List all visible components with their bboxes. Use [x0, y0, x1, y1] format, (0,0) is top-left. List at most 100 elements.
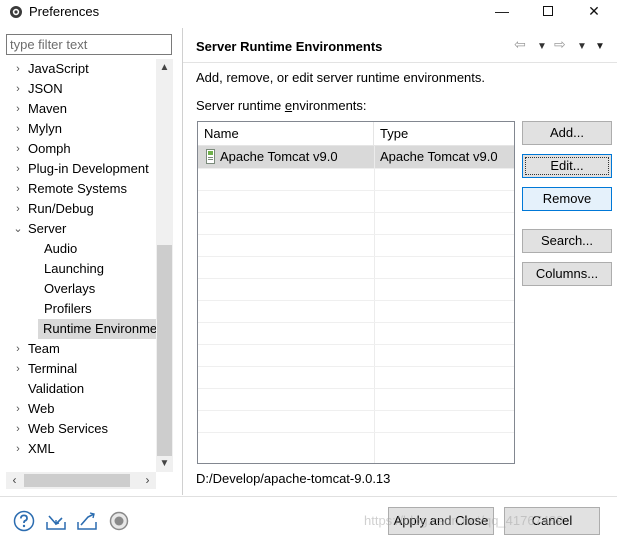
focus-ring: [525, 157, 609, 175]
scroll-up-icon[interactable]: ▲: [156, 59, 173, 76]
chevron-right-icon[interactable]: ›: [12, 199, 24, 219]
tree-item-plugin-development[interactable]: › Plug-in Development: [12, 159, 156, 179]
footer-divider: [0, 496, 617, 497]
scroll-right-icon[interactable]: ›: [139, 472, 156, 489]
runtime-list-label: Server runtime environments:: [196, 98, 367, 113]
back-arrow-icon[interactable]: ⇦: [514, 36, 526, 52]
runtime-environments-table[interactable]: Name Type Apache Tomcat v9.0 Apache Tomc…: [197, 121, 515, 464]
tree-item-validation[interactable]: Validation: [12, 379, 156, 399]
chevron-right-icon[interactable]: ›: [12, 399, 24, 419]
tree-item-audio[interactable]: Audio: [28, 239, 156, 259]
tree-item-xml[interactable]: › XML: [12, 439, 156, 459]
tree-item-mylyn[interactable]: › Mylyn: [12, 119, 156, 139]
help-icon[interactable]: [13, 510, 35, 532]
columns-button[interactable]: Columns...: [522, 262, 612, 286]
chevron-right-icon[interactable]: ›: [12, 139, 24, 159]
search-button[interactable]: Search...: [522, 229, 612, 253]
import-preferences-icon[interactable]: [45, 510, 67, 532]
tree-item-team[interactable]: › Team: [12, 339, 156, 359]
tree-item-json[interactable]: › JSON: [12, 79, 156, 99]
server-runtime-icon: [206, 149, 215, 164]
tree-item-label: Runtime Environme: [43, 321, 156, 336]
back-dropdown-icon[interactable]: ▼: [537, 39, 547, 55]
tree-item-javascript[interactable]: › JavaScript: [12, 59, 156, 79]
view-menu-icon[interactable]: ▼: [595, 39, 605, 55]
tree-item-runtime-environments[interactable]: Runtime Environme: [38, 319, 156, 339]
chevron-right-icon[interactable]: ›: [12, 59, 24, 79]
filter-input[interactable]: [6, 34, 172, 55]
tree-item-overlays[interactable]: Overlays: [28, 279, 156, 299]
remove-button[interactable]: Remove: [522, 187, 612, 211]
tree-item-profilers[interactable]: Profilers: [28, 299, 156, 319]
tree-item-web[interactable]: › Web: [12, 399, 156, 419]
minimize-button[interactable]: —: [479, 0, 525, 24]
scrollbar-thumb[interactable]: [24, 474, 130, 487]
chevron-right-icon[interactable]: ›: [12, 439, 24, 459]
tree-item-server[interactable]: ⌄ Server: [12, 219, 156, 239]
preferences-app-icon: [10, 6, 22, 18]
list-label-part: Server runtime: [196, 98, 285, 113]
row-divider: [198, 300, 514, 301]
chevron-right-icon[interactable]: ›: [12, 99, 24, 119]
tree-item-label: Oomph: [28, 141, 71, 156]
scroll-left-icon[interactable]: ‹: [6, 472, 23, 489]
scroll-down-icon[interactable]: ▼: [156, 455, 173, 472]
search-button-label: Search...: [540, 233, 594, 248]
chevron-right-icon[interactable]: ›: [12, 419, 24, 439]
maximize-button[interactable]: [525, 0, 571, 24]
chevron-right-icon[interactable]: ›: [12, 179, 24, 199]
forward-arrow-icon[interactable]: ⇨: [554, 36, 566, 52]
close-button[interactable]: ✕: [571, 0, 617, 24]
column-header-type[interactable]: Type: [374, 122, 514, 146]
page-description: Add, remove, or edit server runtime envi…: [196, 70, 486, 85]
tree-item-oomph[interactable]: › Oomph: [12, 139, 156, 159]
tree-item-launching[interactable]: Launching: [28, 259, 156, 279]
row-divider: [198, 234, 514, 235]
tree-item-remote-systems[interactable]: › Remote Systems: [12, 179, 156, 199]
window-title: Preferences: [29, 4, 100, 19]
row-divider: [198, 432, 514, 433]
edit-button[interactable]: Edit...: [522, 154, 612, 178]
add-button[interactable]: Add...: [522, 121, 612, 145]
preferences-tree: › JavaScript › JSON › Maven › Mylyn › Oomph ›…: [0, 59, 156, 472]
tree-item-terminal[interactable]: › Terminal: [12, 359, 156, 379]
tree-item-label: Team: [28, 341, 60, 356]
tree-item-label: Maven: [28, 101, 68, 116]
tree-vertical-scrollbar[interactable]: ▲ ▼: [156, 59, 173, 472]
cell-runtime-type: Apache Tomcat v9.0: [380, 149, 498, 164]
row-divider: [198, 278, 514, 279]
tree-item-label: Profilers: [44, 301, 92, 316]
scrollbar-thumb[interactable]: [157, 245, 172, 456]
runtime-location-path: D:/Develop/apache-tomcat-9.0.13: [196, 471, 391, 486]
record-icon[interactable]: [108, 510, 130, 532]
tree-horizontal-scrollbar[interactable]: ‹ ›: [6, 472, 156, 489]
row-divider: [198, 212, 514, 213]
apply-and-close-button[interactable]: Apply and Close: [388, 507, 494, 535]
column-header-name[interactable]: Name: [198, 122, 374, 146]
tree-item-web-services[interactable]: › Web Services: [12, 419, 156, 439]
tree-item-run-debug[interactable]: › Run/Debug: [12, 199, 156, 219]
tree-item-label: Web: [28, 401, 55, 416]
forward-dropdown-icon[interactable]: ▼: [577, 39, 587, 55]
cancel-button[interactable]: Cancel: [504, 507, 600, 535]
tree-item-maven[interactable]: › Maven: [12, 99, 156, 119]
page-title: Server Runtime Environments: [196, 39, 383, 54]
list-label-part: nvironments:: [292, 98, 367, 113]
tree-item-label: Web Services: [28, 421, 108, 436]
cell-runtime-name: Apache Tomcat v9.0: [220, 149, 338, 164]
tree-item-label: Validation: [28, 381, 85, 396]
row-divider: [198, 388, 514, 389]
chevron-right-icon[interactable]: ›: [12, 339, 24, 359]
tree-item-label: Remote Systems: [28, 181, 127, 196]
tree-item-label: Run/Debug: [28, 201, 94, 216]
chevron-right-icon[interactable]: ›: [12, 119, 24, 139]
chevron-right-icon[interactable]: ›: [12, 159, 24, 179]
chevron-right-icon[interactable]: ›: [12, 359, 24, 379]
panel-splitter[interactable]: [182, 28, 183, 495]
tree-item-label: Server: [28, 221, 67, 236]
row-divider: [198, 168, 514, 169]
chevron-right-icon[interactable]: ›: [12, 79, 24, 99]
chevron-down-icon[interactable]: ⌄: [12, 219, 24, 239]
tree-item-label: XML: [28, 441, 55, 456]
export-preferences-icon[interactable]: [76, 510, 98, 532]
